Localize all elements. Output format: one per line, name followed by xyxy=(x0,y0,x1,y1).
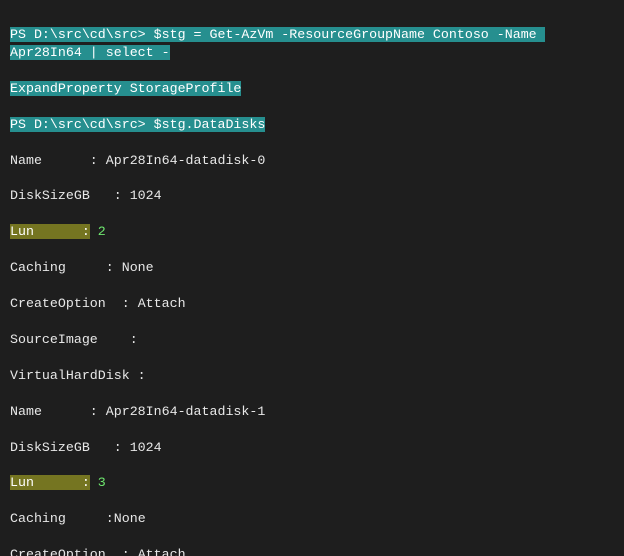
output-line: Name : Apr28In64-datadisk-1 xyxy=(10,403,614,421)
output-line: SourceImage : xyxy=(10,331,614,349)
cmd-continuation: ExpandProperty StorageProfile xyxy=(10,81,241,96)
output-line: Lun : 3 xyxy=(10,474,614,492)
output-line: Name : Apr28In64-datadisk-0 xyxy=(10,152,614,170)
output-line: VirtualHardDisk : xyxy=(10,367,614,385)
terminal-output: PS D:\src\cd\src> $stg = Get-AzVm -Resou… xyxy=(0,0,624,556)
ps-prompt: PS D:\src\cd\src> $stg = Get-AzVm -Resou… xyxy=(10,27,545,60)
lun-label: Lun : xyxy=(10,475,90,490)
lun-value: 2 xyxy=(98,224,106,239)
lun-value: 3 xyxy=(98,475,106,490)
lun-label: Lun : xyxy=(10,224,90,239)
output-line: DiskSizeGB : 1024 xyxy=(10,187,614,205)
output-line: DiskSizeGB : 1024 xyxy=(10,439,614,457)
output-line: Lun : 2 xyxy=(10,223,614,241)
output-line: CreateOption : Attach xyxy=(10,546,614,556)
output-line: CreateOption : Attach xyxy=(10,295,614,313)
output-line: Caching :None xyxy=(10,510,614,528)
ps-prompt: PS D:\src\cd\src> $stg.DataDisks xyxy=(10,117,265,132)
output-line: Caching : None xyxy=(10,259,614,277)
